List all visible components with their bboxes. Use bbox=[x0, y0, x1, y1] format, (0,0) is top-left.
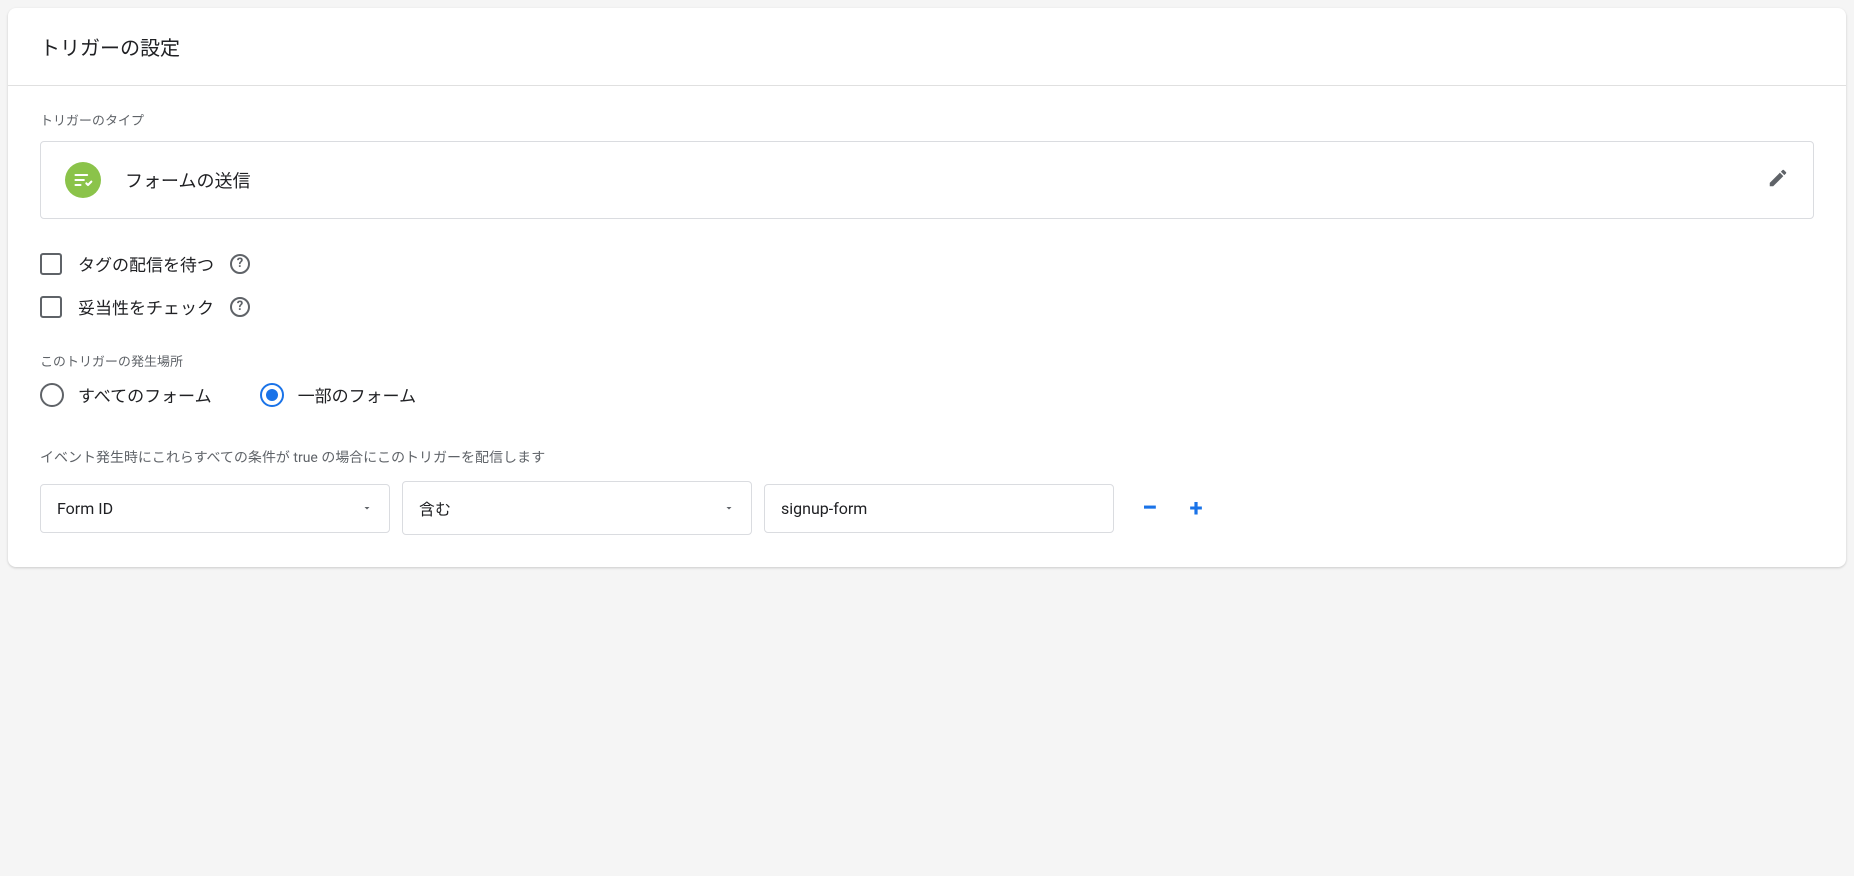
wait-for-tags-row: タグの配信を待つ ? bbox=[40, 251, 1814, 276]
checkbox-group: タグの配信を待つ ? 妥当性をチェック ? bbox=[40, 251, 1814, 319]
card-header: トリガーの設定 bbox=[8, 8, 1846, 86]
value-input[interactable] bbox=[764, 484, 1114, 533]
variable-select[interactable]: Form ID bbox=[40, 484, 390, 533]
variable-select-value: Form ID bbox=[57, 499, 113, 518]
chevron-down-icon bbox=[361, 499, 373, 518]
wait-for-tags-label: タグの配信を待つ bbox=[78, 251, 214, 276]
trigger-type-value: フォームの送信 bbox=[125, 167, 250, 193]
check-validation-label: 妥当性をチェック bbox=[78, 294, 214, 319]
operator-select[interactable]: 含む bbox=[402, 481, 752, 535]
some-forms-label: 一部のフォーム bbox=[298, 382, 417, 407]
conditions-label: イベント発生時にこれらすべての条件が true の場合にこのトリガーを配信します bbox=[40, 447, 1814, 467]
trigger-config-card: トリガーの設定 トリガーのタイプ フォームの送信 bbox=[8, 8, 1846, 567]
check-validation-checkbox[interactable] bbox=[40, 296, 62, 318]
edit-icon[interactable] bbox=[1767, 167, 1789, 193]
trigger-type-content: フォームの送信 bbox=[65, 162, 250, 198]
help-icon[interactable]: ? bbox=[230, 254, 250, 274]
remove-condition-button[interactable]: − bbox=[1142, 494, 1158, 522]
page-title: トリガーの設定 bbox=[40, 32, 1814, 61]
add-condition-button[interactable]: + bbox=[1190, 496, 1203, 520]
form-submit-icon bbox=[65, 162, 101, 198]
all-forms-radio[interactable] bbox=[40, 383, 64, 407]
some-forms-radio[interactable] bbox=[260, 383, 284, 407]
card-body: トリガーのタイプ フォームの送信 タグの配信を待つ bbox=[8, 86, 1846, 567]
all-forms-radio-option[interactable]: すべてのフォーム bbox=[40, 382, 212, 407]
all-forms-label: すべてのフォーム bbox=[78, 382, 212, 407]
operator-select-value: 含む bbox=[419, 496, 451, 520]
help-icon[interactable]: ? bbox=[230, 297, 250, 317]
condition-row: Form ID 含む − + bbox=[40, 481, 1814, 535]
fires-on-radio-group: すべてのフォーム 一部のフォーム bbox=[40, 382, 1814, 407]
wait-for-tags-checkbox[interactable] bbox=[40, 253, 62, 275]
check-validation-row: 妥当性をチェック ? bbox=[40, 294, 1814, 319]
fires-on-label: このトリガーの発生場所 bbox=[40, 351, 1814, 370]
condition-actions: − + bbox=[1142, 494, 1203, 522]
trigger-type-selector[interactable]: フォームの送信 bbox=[40, 141, 1814, 219]
trigger-type-label: トリガーのタイプ bbox=[40, 110, 1814, 129]
some-forms-radio-option[interactable]: 一部のフォーム bbox=[260, 382, 417, 407]
chevron-down-icon bbox=[723, 499, 735, 518]
